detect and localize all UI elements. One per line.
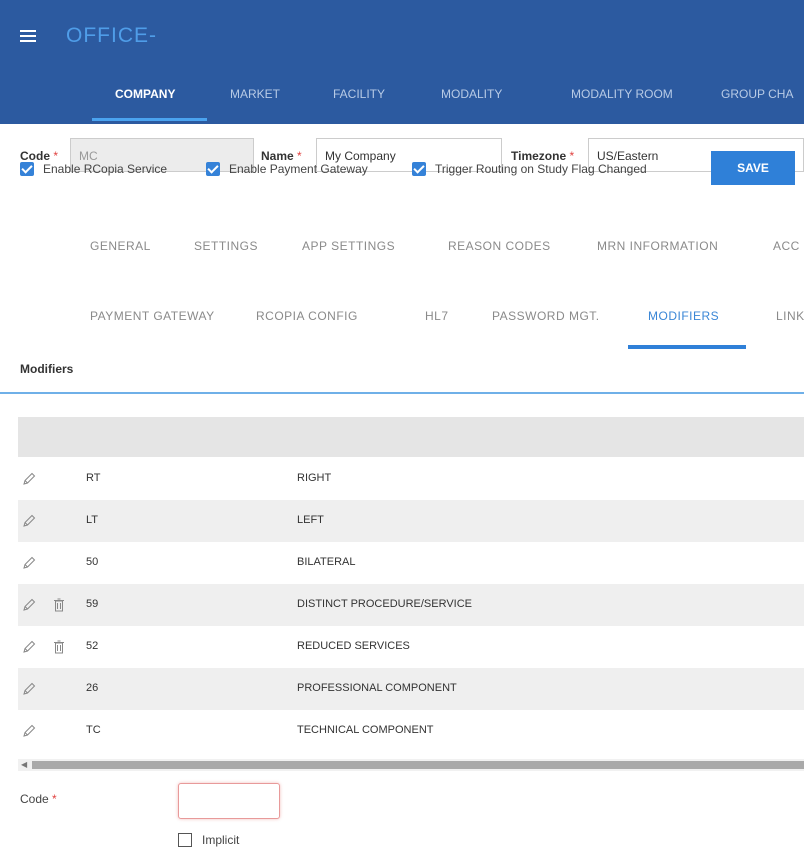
- section-title: Modifiers: [20, 362, 74, 376]
- tab-mrn-information[interactable]: MRN INFORMATION: [597, 218, 718, 274]
- modifier-code: TC: [86, 724, 101, 736]
- table-row: TC TECHNICAL COMPONENT: [18, 710, 804, 752]
- modifier-code: 26: [86, 682, 99, 694]
- checkbox-checked-icon: [206, 162, 220, 176]
- horizontal-scrollbar[interactable]: ◀: [18, 759, 804, 771]
- tab-settings[interactable]: SETTINGS: [194, 218, 258, 274]
- nav-tab-company[interactable]: COMPANY: [115, 76, 175, 120]
- modifier-description: PROFESSIONAL COMPONENT: [297, 682, 457, 694]
- nav-tab-modality[interactable]: MODALITY: [441, 76, 502, 120]
- tab-password-mgt[interactable]: PASSWORD MGT.: [492, 288, 600, 344]
- trash-icon[interactable]: [53, 597, 65, 613]
- checkbox-checked-icon: [20, 162, 34, 176]
- tab-hl7[interactable]: HL7: [425, 288, 449, 344]
- save-button[interactable]: SAVE: [711, 151, 795, 185]
- tab-reason-codes[interactable]: REASON CODES: [448, 218, 551, 274]
- table-row: RT RIGHT: [18, 458, 804, 500]
- implicit-checkbox[interactable]: Implicit: [178, 833, 239, 847]
- modifier-code: 59: [86, 598, 99, 610]
- enable-payment-gateway-checkbox[interactable]: Enable Payment Gateway: [206, 154, 368, 184]
- trash-icon[interactable]: [53, 639, 65, 655]
- modifier-code: LT: [86, 514, 99, 526]
- tab-modifiers[interactable]: MODIFIERS: [648, 288, 719, 344]
- checkbox-unchecked-icon: [178, 833, 192, 847]
- menu-icon[interactable]: [20, 30, 36, 42]
- edit-icon[interactable]: [21, 513, 37, 529]
- app-title: OFFICE-: [66, 24, 157, 47]
- grid-header: [18, 417, 804, 457]
- enable-rcopia-checkbox[interactable]: Enable RCopia Service: [20, 154, 167, 184]
- table-row: LT LEFT: [18, 500, 804, 542]
- modifiers-grid: RT RIGHT LT LEFT 50 BILATERAL 59 DISTINC…: [18, 458, 804, 752]
- edit-icon[interactable]: [21, 681, 37, 697]
- trigger-routing-checkbox[interactable]: Trigger Routing on Study Flag Changed: [412, 154, 647, 184]
- table-row: 50 BILATERAL: [18, 542, 804, 584]
- modifier-description: RIGHT: [297, 472, 332, 484]
- modifier-code: 52: [86, 640, 99, 652]
- table-row: 52 REDUCED SERVICES: [18, 626, 804, 668]
- options-row: Enable RCopia Service Enable Payment Gat…: [20, 154, 804, 184]
- settings-tabs-row-1: GENERAL SETTINGS APP SETTINGS REASON COD…: [0, 218, 804, 274]
- modifier-description: DISTINCT PROCEDURE/SERVICE: [297, 598, 473, 610]
- modifier-description: TECHNICAL COMPONENT: [297, 724, 434, 736]
- scrollbar-thumb[interactable]: [32, 761, 804, 769]
- modifier-code: RT: [86, 472, 101, 484]
- modifiers-section-header: Modifiers: [0, 352, 804, 394]
- edit-icon[interactable]: [21, 597, 37, 613]
- active-tab-indicator: [92, 118, 207, 121]
- nav-tab-market[interactable]: MARKET: [230, 76, 280, 120]
- top-nav: COMPANY MARKET FACILITY MODALITY MODALIT…: [0, 76, 804, 124]
- new-code-label: Code *: [20, 792, 57, 806]
- active-subtab-indicator: [628, 345, 746, 349]
- new-code-input[interactable]: [178, 783, 280, 819]
- nav-tab-modality-room[interactable]: MODALITY ROOM: [571, 76, 673, 120]
- edit-icon[interactable]: [21, 555, 37, 571]
- nav-tab-group[interactable]: GROUP CHA: [721, 76, 793, 120]
- scroll-left-icon[interactable]: ◀: [21, 761, 27, 769]
- modifier-code: 50: [86, 556, 99, 568]
- modifier-description: BILATERAL: [297, 556, 356, 568]
- table-row: 59 DISTINCT PROCEDURE/SERVICE: [18, 584, 804, 626]
- table-row: 26 PROFESSIONAL COMPONENT: [18, 668, 804, 710]
- settings-tabs-row-2: PAYMENT GATEWAY RCOPIA CONFIG HL7 PASSWO…: [0, 288, 804, 344]
- tab-acc[interactable]: ACC: [773, 218, 800, 274]
- tab-link[interactable]: LINK: [776, 288, 804, 344]
- edit-icon[interactable]: [21, 639, 37, 655]
- modifier-description: REDUCED SERVICES: [297, 640, 410, 652]
- app-header: OFFICE- COMPANY MARKET FACILITY MODALITY…: [0, 0, 804, 124]
- tab-rcopia-config[interactable]: RCOPIA CONFIG: [256, 288, 358, 344]
- modifier-description: LEFT: [297, 514, 324, 526]
- tab-general[interactable]: GENERAL: [90, 218, 151, 274]
- edit-icon[interactable]: [21, 471, 37, 487]
- nav-tab-facility[interactable]: FACILITY: [333, 76, 385, 120]
- tab-payment-gateway[interactable]: PAYMENT GATEWAY: [90, 288, 215, 344]
- checkbox-checked-icon: [412, 162, 426, 176]
- tab-app-settings[interactable]: APP SETTINGS: [302, 218, 395, 274]
- edit-icon[interactable]: [21, 723, 37, 739]
